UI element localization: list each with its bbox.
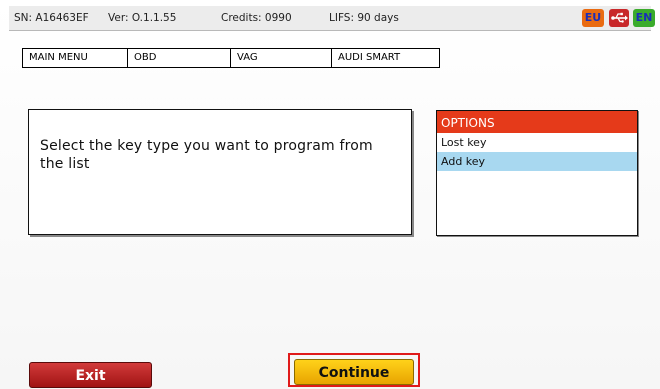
instruction-panel: Select the key type you want to program … — [28, 109, 412, 235]
instruction-text: Select the key type you want to program … — [40, 138, 373, 172]
credits-counter: Credits: 0990 — [221, 12, 292, 24]
device-screen: SN: A16463EF Ver: O.1.1.55 Credits: 0990… — [0, 0, 660, 389]
serial-number: SN: A16463EF — [14, 12, 89, 24]
usb-icon — [609, 9, 629, 27]
region-badge[interactable]: EU — [582, 9, 604, 27]
software-version: Ver: O.1.1.55 — [108, 12, 177, 24]
option-add-key[interactable]: Add key — [437, 152, 637, 171]
status-bar: SN: A16463EF Ver: O.1.1.55 Credits: 0990… — [9, 6, 655, 31]
exit-button[interactable]: Exit — [29, 362, 152, 388]
lifs-status: LIFS: 90 days — [329, 12, 399, 24]
breadcrumb-item-audi-smart[interactable]: AUDI SMART — [332, 49, 439, 67]
continue-button[interactable]: Continue — [294, 359, 414, 385]
breadcrumb-item-main-menu[interactable]: MAIN MENU — [23, 49, 128, 67]
option-lost-key[interactable]: Lost key — [437, 133, 637, 152]
language-badge[interactable]: EN — [633, 9, 655, 27]
breadcrumb: MAIN MENU OBD VAG AUDI SMART — [22, 48, 440, 68]
options-panel: OPTIONS Lost key Add key — [436, 110, 638, 236]
usb-icon-glyph — [611, 12, 628, 23]
options-header: OPTIONS — [437, 111, 637, 133]
breadcrumb-item-vag[interactable]: VAG — [231, 49, 332, 67]
breadcrumb-item-obd[interactable]: OBD — [128, 49, 231, 67]
